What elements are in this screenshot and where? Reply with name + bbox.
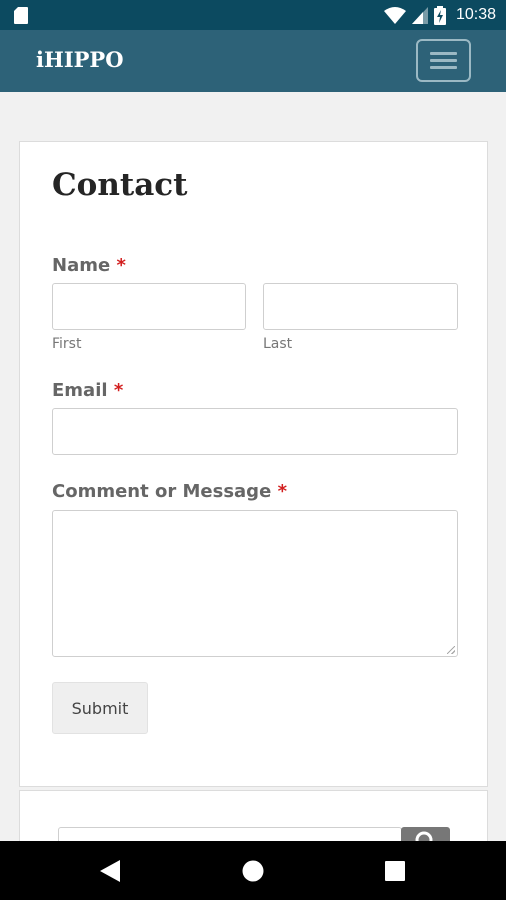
name-label: Name * [52, 255, 126, 276]
resize-handle[interactable] [447, 646, 455, 654]
submit-button[interactable]: Submit [52, 682, 148, 734]
battery-charging-icon [433, 5, 446, 25]
required-marker: * [277, 481, 287, 502]
home-button[interactable] [223, 841, 283, 900]
message-label: Comment or Message * [52, 481, 287, 502]
wifi-icon [383, 6, 406, 24]
required-marker: * [113, 380, 124, 401]
name-label-text: Name [52, 255, 111, 276]
message-label-text: Comment or Message [52, 481, 272, 502]
first-sublabel: First [52, 336, 82, 352]
recents-button[interactable] [365, 841, 425, 900]
status-time: 10:38 [455, 6, 496, 23]
home-icon [242, 860, 264, 881]
hamburger-menu-icon[interactable] [416, 39, 471, 82]
signal-icon [411, 6, 428, 24]
app-header: iHIPPO [0, 30, 506, 92]
status-bar: 10:38 [0, 0, 506, 30]
back-icon [100, 859, 120, 882]
email-label: Email * [52, 380, 123, 401]
message-textarea[interactable] [52, 510, 458, 657]
recents-icon [385, 860, 405, 881]
email-label-text: Email [52, 380, 108, 401]
back-button[interactable] [80, 841, 140, 900]
site-brand[interactable]: iHIPPO [36, 47, 124, 72]
last-sublabel: Last [263, 336, 293, 352]
page-title: Contact [52, 167, 188, 203]
last-name-input[interactable] [263, 283, 458, 330]
first-name-input[interactable] [52, 283, 246, 330]
system-nav-bar [0, 841, 506, 900]
required-marker: * [116, 255, 126, 276]
email-input[interactable] [52, 408, 458, 455]
sd-card-icon [14, 7, 28, 24]
contact-form-card: Contact Name * First Last Email * Commen… [19, 141, 488, 787]
